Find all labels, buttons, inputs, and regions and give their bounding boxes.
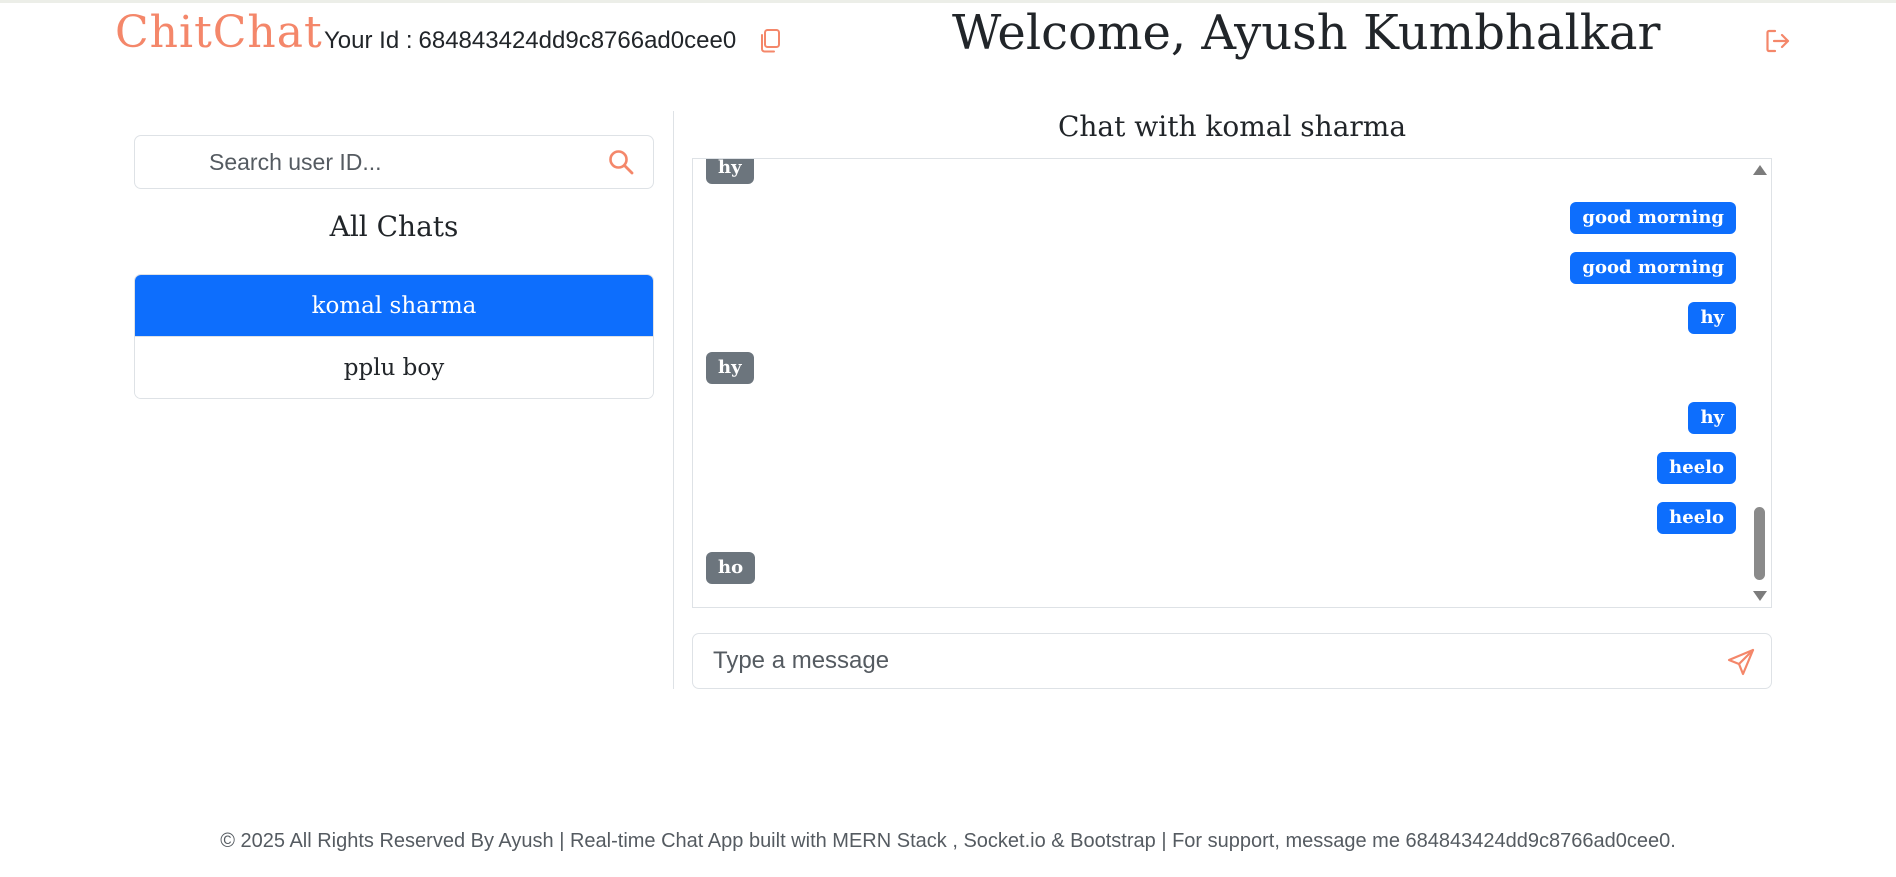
message-sent: hy [1688, 302, 1736, 334]
messages-area[interactable]: hy good morning good morning hy hy hy he… [692, 158, 1772, 608]
copy-icon[interactable] [758, 28, 782, 54]
chat-item-label: komal sharma [311, 292, 477, 319]
message-sent: heelo [1657, 452, 1736, 484]
messages-scrollbar[interactable] [1750, 159, 1770, 607]
chat-title: Chat with komal sharma [1057, 110, 1407, 143]
brand-logo[interactable]: ChitChat [115, 7, 323, 58]
scroll-down-arrow-icon[interactable] [1753, 591, 1767, 601]
message-received: ho [706, 552, 756, 584]
message-sent: hy [1688, 402, 1736, 434]
top-border [0, 0, 1896, 3]
welcome-heading: Welcome, Ayush Kumbhalkar [952, 5, 1661, 61]
search-icon[interactable] [607, 148, 635, 176]
chat-item-pplu-boy[interactable]: pplu boy [135, 336, 653, 398]
message-compose-box [692, 633, 1772, 689]
message-sent: good morning [1570, 252, 1736, 284]
user-id-value: 684843424dd9c8766ad0cee0 [418, 27, 737, 54]
user-id-label: Your Id : [324, 27, 413, 54]
footer-text: © 2025 All Rights Reserved By Ayush | Re… [220, 830, 1676, 852]
message-input[interactable] [711, 646, 1675, 676]
message-received: hy [706, 352, 754, 384]
chat-item-komal-sharma[interactable]: komal sharma [135, 275, 653, 336]
panel-divider [673, 111, 674, 689]
search-box [134, 135, 654, 189]
search-input[interactable] [207, 147, 571, 177]
message-sent: good morning [1570, 202, 1736, 234]
message-sent: heelo [1657, 502, 1736, 534]
all-chats-heading: All Chats [329, 210, 459, 243]
chat-list: komal sharma pplu boy [134, 274, 654, 399]
message-received: hy [706, 159, 754, 184]
send-icon[interactable] [1726, 647, 1756, 677]
scroll-up-arrow-icon[interactable] [1753, 165, 1767, 175]
user-id-display: Your Id : 684843424dd9c8766ad0cee0 [324, 27, 782, 55]
scrollbar-thumb[interactable] [1754, 507, 1765, 580]
chat-item-label: pplu boy [343, 354, 445, 381]
logout-icon[interactable] [1764, 27, 1792, 55]
